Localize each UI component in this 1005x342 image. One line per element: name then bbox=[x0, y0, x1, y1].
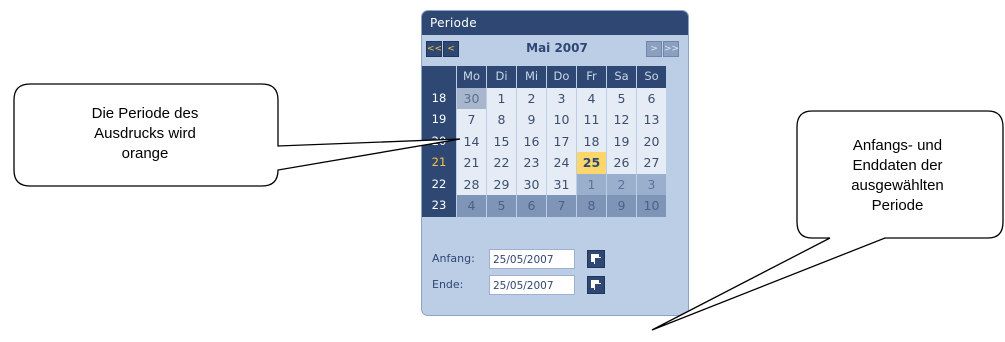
day-cell[interactable]: 16 bbox=[517, 130, 546, 152]
month-label: Mai 2007 bbox=[526, 41, 588, 55]
day-cell[interactable]: 8 bbox=[577, 195, 606, 217]
day-cell[interactable]: 26 bbox=[607, 152, 636, 174]
panel-title: Periode bbox=[422, 11, 688, 35]
weekday-header: Di bbox=[487, 66, 516, 88]
week-number[interactable]: 22 bbox=[422, 173, 456, 195]
day-cell[interactable]: 14 bbox=[457, 130, 486, 152]
end-date-label: Ende: bbox=[432, 278, 464, 291]
day-cell[interactable]: 11 bbox=[577, 109, 606, 131]
week-row: 23 4 5 6 7 8 9 10 bbox=[422, 195, 688, 217]
month-navigation: << < Mai 2007 > >> bbox=[422, 35, 688, 63]
week-row: 19 7 8 9 10 11 12 13 bbox=[422, 109, 688, 131]
day-cell[interactable]: 10 bbox=[637, 195, 666, 217]
prev-month-button[interactable]: < bbox=[443, 41, 459, 57]
selected-day-cell[interactable]: 25 bbox=[577, 152, 606, 174]
weekday-header: Mo bbox=[457, 66, 486, 88]
day-cell[interactable]: 19 bbox=[607, 130, 636, 152]
week-number[interactable]: 18 bbox=[422, 87, 456, 109]
day-cell[interactable]: 17 bbox=[547, 130, 576, 152]
weekday-header-row: Mo Di Mi Do Fr Sa So bbox=[422, 66, 688, 88]
day-cell[interactable]: 5 bbox=[607, 87, 636, 109]
day-cell[interactable]: 6 bbox=[637, 87, 666, 109]
end-date-row: Ende: 25/05/2007 bbox=[422, 275, 688, 297]
day-cell[interactable]: 24 bbox=[547, 152, 576, 174]
start-date-label: Anfang: bbox=[432, 252, 475, 265]
day-cell[interactable]: 9 bbox=[607, 195, 636, 217]
week-number[interactable]: 21 bbox=[422, 152, 456, 174]
callout-left-line: Ausdrucks wird bbox=[94, 125, 196, 142]
day-cell[interactable]: 4 bbox=[577, 87, 606, 109]
day-cell[interactable]: 10 bbox=[547, 109, 576, 131]
week-number[interactable]: 20 bbox=[422, 130, 456, 152]
callout-right-line: Anfangs- und bbox=[852, 137, 943, 154]
day-cell[interactable]: 23 bbox=[517, 152, 546, 174]
day-cell[interactable]: 28 bbox=[457, 173, 486, 195]
weekday-header: So bbox=[637, 66, 666, 88]
day-cell[interactable]: 18 bbox=[577, 130, 606, 152]
day-cell[interactable]: 27 bbox=[637, 152, 666, 174]
day-cell[interactable]: 1 bbox=[577, 173, 606, 195]
period-calendar-panel: Periode << < Mai 2007 > >> Mo Di Mi Do Fr Sa S… bbox=[421, 10, 689, 316]
day-cell[interactable]: 12 bbox=[607, 109, 636, 131]
day-cell[interactable]: 1 bbox=[487, 87, 516, 109]
weekday-header: Fr bbox=[577, 66, 606, 88]
end-date-input[interactable]: 25/05/2007 bbox=[489, 275, 575, 295]
next-month-button[interactable]: > bbox=[646, 41, 662, 57]
weekday-header: Mi bbox=[517, 66, 546, 88]
week-number[interactable]: 19 bbox=[422, 109, 456, 131]
callout-right-text: Anfangs- und Enddaten der ausgewählten P… bbox=[800, 136, 995, 216]
week-number-header bbox=[422, 66, 456, 88]
day-cell[interactable]: 7 bbox=[547, 195, 576, 217]
week-row: 18 30 1 2 3 4 5 6 bbox=[422, 87, 688, 109]
callout-right-line: Periode bbox=[871, 197, 924, 214]
callout-left-line: orange bbox=[121, 145, 169, 162]
day-cell[interactable]: 8 bbox=[487, 109, 516, 131]
week-number[interactable]: 23 bbox=[422, 195, 456, 217]
day-cell[interactable]: 4 bbox=[457, 195, 486, 217]
start-date-picker-icon[interactable] bbox=[587, 250, 605, 268]
start-date-input[interactable]: 25/05/2007 bbox=[489, 249, 575, 269]
week-row: 20 14 15 16 17 18 19 20 bbox=[422, 130, 688, 152]
day-cell[interactable]: 6 bbox=[517, 195, 546, 217]
day-cell[interactable]: 30 bbox=[517, 173, 546, 195]
week-row: 21 21 22 23 24 25 26 27 bbox=[422, 152, 688, 174]
day-cell[interactable]: 22 bbox=[487, 152, 516, 174]
day-cell[interactable]: 2 bbox=[607, 173, 636, 195]
day-cell[interactable]: 21 bbox=[457, 152, 486, 174]
prev-year-button[interactable]: << bbox=[426, 41, 442, 57]
callout-right-line: Enddaten der bbox=[852, 157, 943, 174]
day-cell[interactable]: 7 bbox=[457, 109, 486, 131]
callout-left-line: Die Periode des bbox=[91, 105, 199, 122]
callout-right-line: ausgewählten bbox=[851, 177, 944, 194]
end-date-picker-icon[interactable] bbox=[587, 276, 605, 294]
weekday-header: Sa bbox=[607, 66, 636, 88]
start-date-row: Anfang: 25/05/2007 bbox=[422, 249, 688, 271]
day-cell[interactable]: 15 bbox=[487, 130, 516, 152]
day-cell[interactable]: 13 bbox=[637, 109, 666, 131]
callout-left-text: Die Periode des Ausdrucks wird orange bbox=[40, 104, 250, 164]
day-cell[interactable]: 3 bbox=[637, 173, 666, 195]
day-cell[interactable]: 3 bbox=[547, 87, 576, 109]
day-cell[interactable]: 30 bbox=[457, 87, 486, 109]
calendar-grid: Mo Di Mi Do Fr Sa So 18 30 1 2 3 4 5 6 19 7 8 9 10 11 12 13 20 1… bbox=[422, 66, 688, 217]
week-row: 22 28 29 30 31 1 2 3 bbox=[422, 173, 688, 195]
day-cell[interactable]: 29 bbox=[487, 173, 516, 195]
day-cell[interactable]: 31 bbox=[547, 173, 576, 195]
next-year-button[interactable]: >> bbox=[663, 41, 679, 57]
day-cell[interactable]: 2 bbox=[517, 87, 546, 109]
day-cell[interactable]: 9 bbox=[517, 109, 546, 131]
day-cell[interactable]: 20 bbox=[637, 130, 666, 152]
day-cell[interactable]: 5 bbox=[487, 195, 516, 217]
weekday-header: Do bbox=[547, 66, 576, 88]
